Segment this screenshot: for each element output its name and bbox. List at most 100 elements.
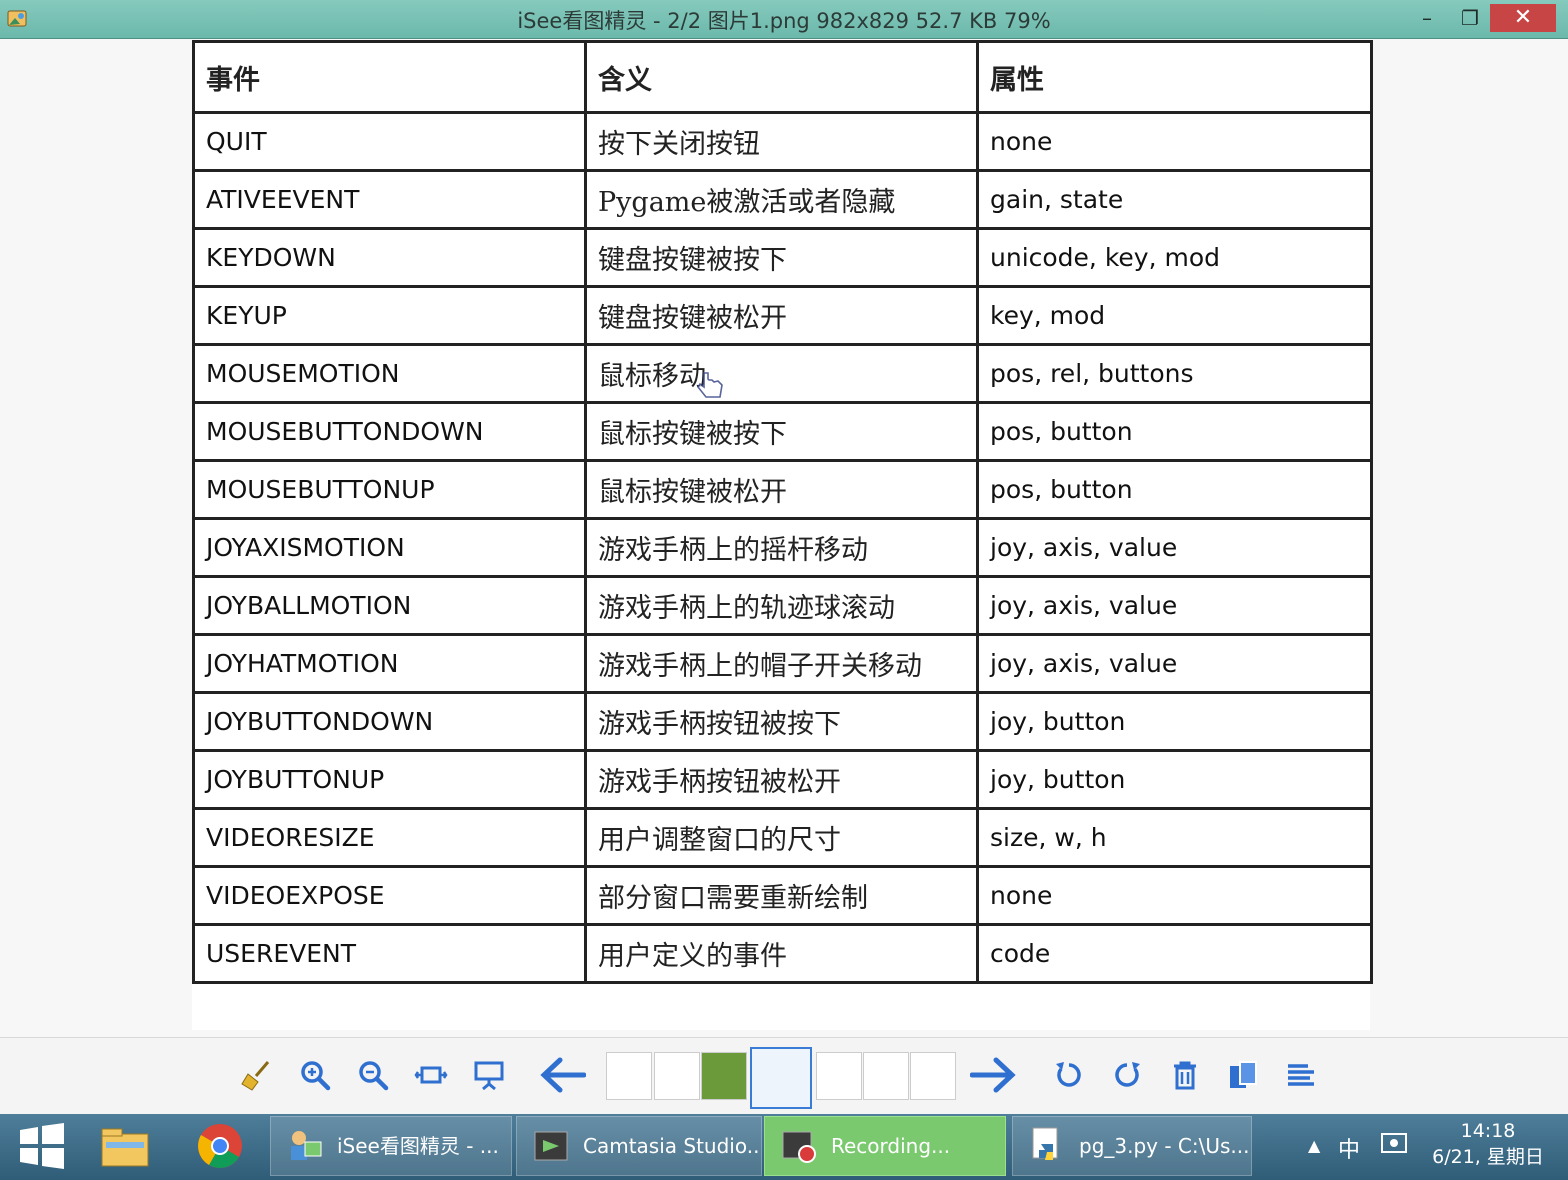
task-label: Recording...	[831, 1134, 951, 1158]
cell-attributes: none	[976, 111, 1373, 172]
cell-meaning: 游戏手柄上的轨迹球滚动	[584, 575, 979, 636]
window-title: iSee看图精灵 - 2/2 图片1.png 982x829 52.7 KB 7…	[517, 9, 1051, 33]
system-clock[interactable]: 14:18 6/21, 星期日	[1418, 1118, 1558, 1170]
clock-date: 6/21, 星期日	[1432, 1146, 1544, 1168]
close-button[interactable]: ✕	[1490, 4, 1556, 32]
cell-event: QUIT	[192, 111, 587, 172]
cell-meaning: 用户定义的事件	[584, 923, 979, 984]
cell-meaning: 鼠标按键被按下	[584, 401, 979, 462]
cell-attributes: pos, rel, buttons	[976, 343, 1373, 404]
zoom-out-icon[interactable]	[356, 1058, 390, 1092]
taskbar: iSee看图精灵 - ... Camtasia Studio... Record…	[0, 1114, 1568, 1180]
network-icon[interactable]	[1380, 1130, 1408, 1158]
thumbnail[interactable]	[654, 1052, 700, 1100]
cell-meaning: 游戏手柄按钮被按下	[584, 691, 979, 752]
task-python[interactable]: pg_3.py - C:\Us...	[1012, 1116, 1252, 1176]
previous-image-icon[interactable]	[540, 1055, 586, 1095]
table-row: JOYBUTTONUP 游戏手柄按钮被松开 joy, button	[192, 749, 1373, 810]
table-row: MOUSEBUTTONDOWN 鼠标按键被按下 pos, button	[192, 401, 1373, 462]
table-row: ATIVEEVENT Pygame被激活或者隐藏 gain, state	[192, 169, 1373, 230]
table-row: JOYAXISMOTION 游戏手柄上的摇杆移动 joy, axis, value	[192, 517, 1373, 578]
cell-event: JOYBALLMOTION	[192, 575, 587, 636]
cell-meaning: 部分窗口需要重新绘制	[584, 865, 979, 926]
header-attributes: 属性	[976, 40, 1373, 114]
table-row: KEYDOWN 键盘按键被按下 unicode, key, mod	[192, 227, 1373, 288]
clock-time: 14:18	[1460, 1120, 1516, 1142]
cell-attributes: joy, axis, value	[976, 575, 1373, 636]
ime-indicator[interactable]: 中	[1338, 1132, 1360, 1164]
properties-icon[interactable]	[1284, 1058, 1318, 1092]
thumbnail-selected[interactable]	[750, 1047, 812, 1109]
cell-meaning: 键盘按键被按下	[584, 227, 979, 288]
broom-icon[interactable]	[240, 1058, 274, 1092]
rotate-left-icon[interactable]	[1052, 1058, 1086, 1092]
table-header-row: 事件 含义 属性	[192, 40, 1373, 114]
table-row: KEYUP 键盘按键被松开 key, mod	[192, 285, 1373, 346]
cell-meaning: 游戏手柄上的摇杆移动	[584, 517, 979, 578]
cell-meaning: 用户调整窗口的尺寸	[584, 807, 979, 868]
task-camtasia[interactable]: Camtasia Studio...	[516, 1116, 762, 1176]
cell-event: KEYUP	[192, 285, 587, 346]
task-label: pg_3.py - C:\Us...	[1079, 1134, 1250, 1158]
cell-event: KEYDOWN	[192, 227, 587, 288]
header-meaning: 含义	[584, 40, 979, 114]
cell-event: MOUSEBUTTONUP	[192, 459, 587, 520]
rotate-right-icon[interactable]	[1110, 1058, 1144, 1092]
cell-attributes: key, mod	[976, 285, 1373, 346]
cell-attributes: unicode, key, mod	[976, 227, 1373, 288]
cell-attributes: joy, axis, value	[976, 633, 1373, 694]
minimize-button[interactable]: –	[1407, 4, 1447, 32]
tray-expand-icon[interactable]: ▲	[1308, 1136, 1320, 1155]
table-row: JOYBALLMOTION 游戏手柄上的轨迹球滚动 joy, axis, value	[192, 575, 1373, 636]
cell-attributes: none	[976, 865, 1373, 926]
start-button-icon[interactable]	[12, 1120, 72, 1172]
thumbnail[interactable]	[816, 1052, 862, 1100]
thumbnail[interactable]	[910, 1052, 956, 1100]
cell-meaning: 按下关闭按钮	[584, 111, 979, 172]
cell-event: MOUSEMOTION	[192, 343, 587, 404]
events-table: 事件 含义 属性 QUIT 按下关闭按钮 none ATIVEEVENT Pygame被…	[192, 40, 1373, 984]
cell-event: USEREVENT	[192, 923, 587, 984]
file-explorer-icon[interactable]	[96, 1120, 156, 1172]
camtasia-icon	[534, 1131, 568, 1161]
table-row: VIDEORESIZE 用户调整窗口的尺寸 size, w, h	[192, 807, 1373, 868]
cell-meaning: 鼠标移动	[584, 343, 979, 404]
cell-meaning: 游戏手柄按钮被松开	[584, 749, 979, 810]
next-image-icon[interactable]	[970, 1055, 1016, 1095]
slideshow-icon[interactable]	[472, 1058, 506, 1092]
cell-attributes: pos, button	[976, 459, 1373, 520]
cell-event: JOYHATMOTION	[192, 633, 587, 694]
delete-icon[interactable]	[1168, 1058, 1202, 1092]
task-recording[interactable]: Recording...	[764, 1116, 1006, 1176]
cell-event: VIDEORESIZE	[192, 807, 587, 868]
isee-app-icon	[291, 1131, 322, 1160]
cell-attributes: joy, button	[976, 691, 1373, 752]
python-file-icon	[1032, 1127, 1058, 1160]
restore-button[interactable]: ❐	[1450, 4, 1490, 32]
task-label: iSee看图精灵 - ...	[337, 1134, 499, 1158]
viewer-toolbar	[0, 1037, 1568, 1115]
copy-icon[interactable]	[1226, 1058, 1260, 1092]
header-event: 事件	[192, 40, 587, 114]
cell-meaning: 键盘按键被松开	[584, 285, 979, 346]
zoom-in-icon[interactable]	[298, 1058, 332, 1092]
table-row: VIDEOEXPOSE 部分窗口需要重新绘制 none	[192, 865, 1373, 926]
cell-attributes: joy, axis, value	[976, 517, 1373, 578]
cell-attributes: code	[976, 923, 1373, 984]
cell-attributes: pos, button	[976, 401, 1373, 462]
cell-attributes: size, w, h	[976, 807, 1373, 868]
image-viewport[interactable]: 事件 含义 属性 QUIT 按下关闭按钮 none ATIVEEVENT Pygame被…	[0, 39, 1568, 1037]
cell-meaning: Pygame被激活或者隐藏	[584, 169, 979, 230]
cell-attributes: gain, state	[976, 169, 1373, 230]
thumbnail[interactable]	[701, 1052, 747, 1100]
cell-event: JOYAXISMOTION	[192, 517, 587, 578]
cell-meaning: 鼠标按键被松开	[584, 459, 979, 520]
table-row: MOUSEBUTTONUP 鼠标按键被松开 pos, button	[192, 459, 1373, 520]
task-isee[interactable]: iSee看图精灵 - ...	[270, 1116, 512, 1176]
thumbnail[interactable]	[606, 1052, 652, 1100]
cell-event: ATIVEEVENT	[192, 169, 587, 230]
fit-to-window-icon[interactable]	[414, 1058, 448, 1092]
thumbnail[interactable]	[863, 1052, 909, 1100]
cell-event: JOYBUTTONDOWN	[192, 691, 587, 752]
chrome-icon[interactable]	[190, 1120, 250, 1172]
